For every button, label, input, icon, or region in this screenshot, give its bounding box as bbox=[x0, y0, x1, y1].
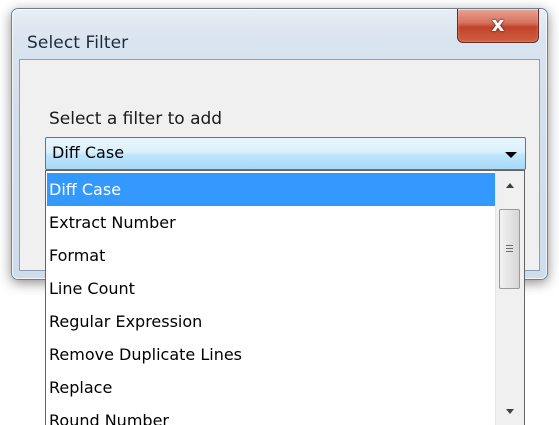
chevron-down-icon[interactable] bbox=[505, 152, 517, 158]
scroll-up-arrow-icon bbox=[506, 183, 514, 188]
list-item[interactable]: Extract Number bbox=[47, 206, 496, 239]
list-item[interactable]: Replace bbox=[47, 371, 496, 404]
list-item[interactable]: Remove Duplicate Lines bbox=[47, 338, 496, 371]
scroll-down-button[interactable] bbox=[496, 397, 524, 425]
filter-prompt-label: Select a filter to add bbox=[49, 109, 223, 129]
filter-combobox[interactable]: Diff Case bbox=[45, 137, 526, 170]
combobox-selected-value: Diff Case bbox=[52, 143, 125, 162]
list-item[interactable]: Regular Expression bbox=[47, 305, 496, 338]
thumb-grip-line bbox=[506, 248, 513, 249]
close-icon: x bbox=[491, 12, 505, 36]
list-item[interactable]: Format bbox=[47, 239, 496, 272]
scroll-down-arrow-icon bbox=[506, 409, 514, 414]
thumb-grip-line bbox=[506, 245, 513, 246]
scrollbar-thumb[interactable] bbox=[499, 209, 520, 289]
list-item[interactable]: Round Number bbox=[47, 404, 496, 425]
scroll-up-button[interactable] bbox=[496, 171, 524, 200]
filter-dropdown-list[interactable]: Diff Case Extract Number Format Line Cou… bbox=[45, 170, 525, 425]
screen: Select Filter x Select a filter to add D… bbox=[0, 0, 559, 425]
vertical-scrollbar[interactable] bbox=[495, 171, 524, 425]
list-item[interactable]: Diff Case bbox=[47, 173, 496, 206]
close-button[interactable]: x bbox=[457, 9, 539, 43]
filter-options: Diff Case Extract Number Format Line Cou… bbox=[47, 173, 496, 425]
list-item[interactable]: Line Count bbox=[47, 272, 496, 305]
thumb-grip-line bbox=[506, 251, 513, 252]
window-title: Select Filter bbox=[27, 33, 129, 53]
